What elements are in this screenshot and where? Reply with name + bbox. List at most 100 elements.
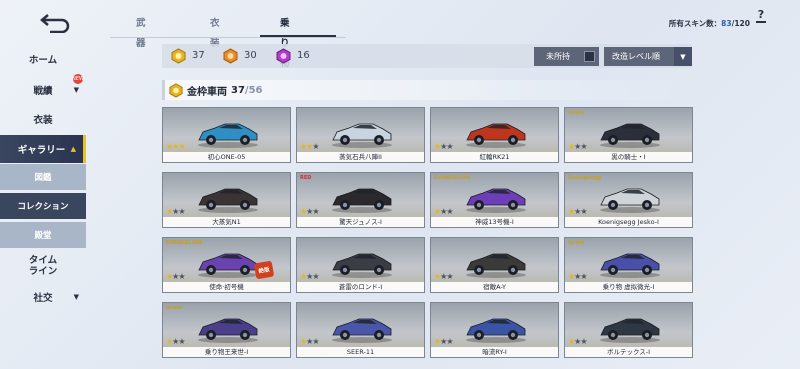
brand-logo: lorem xyxy=(568,240,585,246)
star-rating: ★★★ xyxy=(166,207,186,216)
tab-vehicles[interactable]: 乗り物 xyxy=(280,14,290,69)
star-icon: ★ xyxy=(178,142,185,151)
sort-select-label: 改造レベル順 xyxy=(612,52,660,61)
vehicle-image xyxy=(600,318,660,343)
vehicle-image xyxy=(466,253,526,278)
star-rating: ★★★ xyxy=(166,142,186,151)
vehicle-card[interactable]: ★★★ 蒸気石兵八陣II xyxy=(296,107,425,163)
star-rating: ★★★ xyxy=(568,142,588,151)
tab-active-indicator xyxy=(260,35,336,37)
star-rating: ★★★ xyxy=(434,207,454,216)
skin-count: 所有スキン数：83/120 xyxy=(669,18,750,29)
vehicle-image xyxy=(600,253,660,278)
vehicle-image xyxy=(198,253,258,278)
nav-label: 戦績 xyxy=(33,86,53,97)
nav-sub-collection[interactable]: コレクション xyxy=(0,193,86,219)
star-rating: ★★★ xyxy=(568,207,588,216)
vehicle-card[interactable]: lorem ★★★ 黒の騎士・I xyxy=(564,107,693,163)
vehicle-card[interactable]: EVANGELION ★★★ 神威13号機-I xyxy=(430,172,559,228)
nav-label: 社交 xyxy=(33,293,53,304)
vehicle-card[interactable]: lorem ★★★ 乗り物王来世-I xyxy=(162,302,291,358)
vehicle-name: 黒の騎士・I xyxy=(565,152,692,162)
vehicle-image xyxy=(198,123,258,148)
vehicle-name: 大蒸気N1 xyxy=(163,217,290,227)
help-icon[interactable]: ? xyxy=(754,8,768,24)
tab-outfits[interactable]: 衣装 xyxy=(210,14,220,49)
vehicle-name: 初心ONE-05 xyxy=(163,152,290,162)
nav-sub-hall[interactable]: 殿堂 xyxy=(0,222,86,248)
star-rating: ★★★ xyxy=(434,272,454,281)
vehicle-name: 蒼雷のロンド-I xyxy=(297,282,424,292)
star-icon: ★ xyxy=(446,142,453,151)
nav-label: 図鑑 xyxy=(34,173,52,183)
vehicle-name: 驚天ジュノス-I xyxy=(297,217,424,227)
star-icon: ★ xyxy=(312,207,319,216)
back-button[interactable] xyxy=(38,11,72,34)
vehicle-card[interactable]: Koenigsegg ★★★ Koenigsegg Jesko-I xyxy=(564,172,693,228)
vehicle-card[interactable]: ★★★ 宿敵A-Y xyxy=(430,237,559,293)
orange-coin-icon xyxy=(223,48,238,64)
nav-label: 衣装 xyxy=(33,115,53,126)
section-owned: 37 xyxy=(231,84,245,96)
purple-coin-icon xyxy=(276,48,291,64)
star-icon: ★ xyxy=(580,337,587,346)
vehicle-card[interactable]: ★★★ 暗流RY-I xyxy=(430,302,559,358)
vehicle-card[interactable]: ★★★ 蒼雷のロンド-I xyxy=(296,237,425,293)
sidebar: ホーム 戦績 ▼ NEW 衣装 ギャラリー ▲ 図鑑 コレクション 殿堂 タイム ラ… xyxy=(0,0,86,369)
gold-coin-icon xyxy=(169,82,183,98)
sort-select[interactable]: 改造レベル順 ▼ xyxy=(604,47,692,66)
purple-coin-count: 16 xyxy=(297,50,310,61)
star-rating: ★★★ xyxy=(166,272,186,281)
chevron-up-icon: ▲ xyxy=(70,145,76,153)
checkbox[interactable] xyxy=(584,51,595,62)
unowned-filter-toggle[interactable]: 未所持 xyxy=(534,47,599,66)
vehicle-card[interactable]: ★★★ ボルテックス-I xyxy=(564,302,693,358)
vehicle-card[interactable]: RED ★★★ 驚天ジュノス-I xyxy=(296,172,425,228)
star-rating: ★★★ xyxy=(300,142,320,151)
vehicle-name: 使命·初号機 xyxy=(163,282,290,292)
nav-outfit[interactable]: 衣装 xyxy=(0,106,86,132)
back-arrow-icon xyxy=(40,14,70,34)
vehicle-grid: ★★★ 初心ONE-05 ★★★ 蒸気石兵八陣II ★★★ 紅輪RK21 lorem ★★★ 黒… xyxy=(162,107,693,369)
orange-coin-count: 30 xyxy=(244,50,257,61)
star-rating: ★★★ xyxy=(300,337,320,346)
new-badge: NEW xyxy=(72,74,84,84)
nav-home[interactable]: ホーム xyxy=(0,46,86,72)
vehicle-image xyxy=(332,188,392,213)
vehicle-card[interactable]: ★★★ 初心ONE-05 xyxy=(162,107,291,163)
vehicle-card[interactable]: ★★★ 紅輪RK21 xyxy=(430,107,559,163)
vehicle-image xyxy=(332,318,392,343)
vehicle-name: 神威13号機-I xyxy=(431,217,558,227)
star-icon: ★ xyxy=(446,272,453,281)
nav-timeline[interactable]: タイム ライン xyxy=(0,254,86,278)
vehicle-card[interactable]: ★★★ SEER-11 xyxy=(296,302,425,358)
tab-weapons[interactable]: 武器 xyxy=(136,14,146,49)
star-icon: ★ xyxy=(446,207,453,216)
nav-gallery[interactable]: ギャラリー ▲ xyxy=(0,135,86,163)
star-icon: ★ xyxy=(580,142,587,151)
skin-count-owned: 83 xyxy=(721,19,732,28)
star-icon: ★ xyxy=(178,207,185,216)
tab-divider xyxy=(110,37,346,38)
vehicle-image xyxy=(332,253,392,278)
chevron-down-icon: ▼ xyxy=(674,47,692,66)
brand-logo: lorem xyxy=(568,110,585,116)
vehicle-card[interactable]: EVANGELION 絶版 ★★★ 使命·初号機 xyxy=(162,237,291,293)
nav-label: ギャラリー xyxy=(17,145,66,156)
vehicle-name: 蒸気石兵八陣II xyxy=(297,152,424,162)
vehicle-name: 乗り物王来世-I xyxy=(163,347,290,357)
vehicle-card[interactable]: lorem ★★★ 乗り物 虚拟微光-I xyxy=(564,237,693,293)
gold-coin-count: 37 xyxy=(192,50,205,61)
vehicle-name: 乗り物 虚拟微光-I xyxy=(565,282,692,292)
section-header: 金枠車両 37/56 xyxy=(162,80,692,100)
vehicle-image xyxy=(198,318,258,343)
vehicle-image xyxy=(466,318,526,343)
vehicle-card[interactable]: ★★★ 大蒸気N1 xyxy=(162,172,291,228)
star-icon: ★ xyxy=(580,272,587,281)
section-title: 金枠車両 xyxy=(187,86,227,98)
nav-sub-encyclopedia[interactable]: 図鑑 xyxy=(0,164,86,190)
vehicle-image xyxy=(332,123,392,148)
nav-social[interactable]: 社交 ▼ xyxy=(0,284,86,310)
star-icon: ★ xyxy=(312,142,319,151)
nav-label: タイム ライン xyxy=(28,255,58,277)
